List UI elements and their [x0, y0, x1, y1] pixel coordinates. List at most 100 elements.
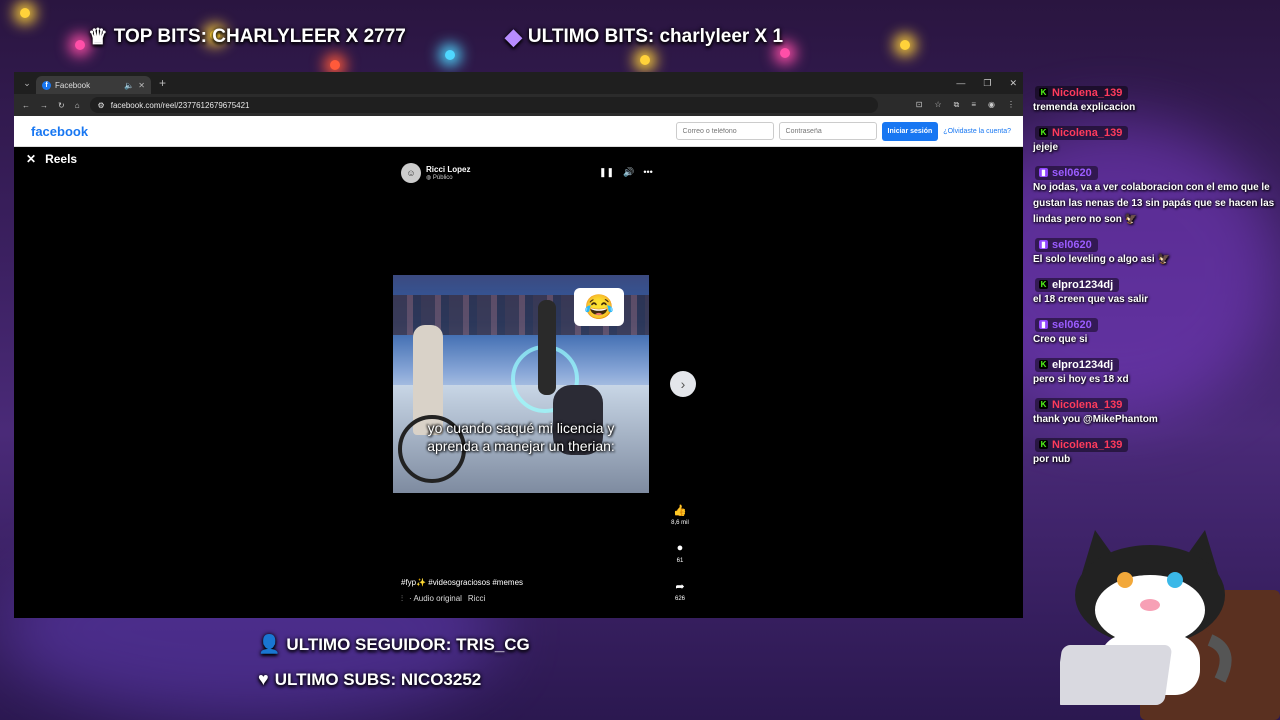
facebook-favicon-icon: f: [42, 80, 51, 90]
share-count: 626: [674, 596, 685, 602]
cat-mascot: [1060, 530, 1232, 705]
kick-badge-icon: K: [1039, 440, 1048, 449]
chat-message: ▮ sel0620 No jodas, va a ver colaboracion…: [1027, 162, 1280, 228]
reels-viewer: ✕ Reels ☺ Ricci Lopez ◍ Público ❚❚ 🔊 •••…: [14, 147, 1023, 618]
bookmark-star-icon[interactable]: ☆: [934, 100, 941, 110]
back-icon[interactable]: ←: [22, 101, 30, 110]
last-follower-label: 👤 ULTIMO SEGUIDOR: TRIS_CG: [258, 634, 530, 654]
like-count: 8,6 mil: [671, 520, 689, 526]
chat-message: K Nicolena_139 tremenda explicacion: [1027, 82, 1280, 116]
address-bar: ← → ↻ ⌂ ⚙ facebook.com/reel/237761267967…: [14, 94, 1023, 116]
chat-username: sel0620: [1052, 238, 1092, 251]
chat-username: sel0620: [1052, 166, 1092, 179]
email-field[interactable]: [675, 122, 774, 140]
laughing-emoji-icon: 😂: [574, 288, 624, 326]
reel-audio[interactable]: ⫶ · Audio original Ricci: [401, 594, 485, 604]
chat-username: elpro1234dj: [1052, 358, 1114, 371]
globe-icon: ◍: [426, 175, 432, 181]
close-icon[interactable]: ✕: [26, 152, 36, 166]
reload-icon[interactable]: ↻: [58, 101, 65, 110]
tab-bar: ⌄ f Facebook 🔈 ✕ + — ❐ ✕: [14, 72, 1023, 94]
chat-text: por nub: [1033, 454, 1071, 465]
url-field[interactable]: ⚙ facebook.com/reel/2377612679675421: [89, 97, 878, 113]
chat-message: Kelpro1234dj pero si hoy es 18 xd: [1027, 354, 1280, 388]
chat-username: elpro1234dj: [1052, 278, 1114, 291]
chat-message: K Nicolena_139 thank you @MikePhantom: [1027, 394, 1280, 428]
reels-title: Reels: [45, 152, 78, 166]
chat-text: thank you @MikePhantom: [1033, 414, 1158, 425]
chat-username: Nicolena_139: [1052, 126, 1123, 139]
site-info-icon[interactable]: ⚙: [98, 101, 105, 110]
last-subs-label: ♥ ULTIMO SUBS: NICO3252: [258, 669, 482, 689]
maximize-icon[interactable]: ❐: [983, 78, 991, 89]
avatar[interactable]: ☺: [401, 163, 421, 183]
kick-badge-icon: K: [1039, 400, 1048, 409]
reel-actions: 👍 8,6 mil ● 61 ➦ 626: [668, 502, 692, 616]
menu-icon[interactable]: ⋮: [1007, 100, 1015, 110]
last-bits-label: ◆ ULTIMO BITS: charlyleer X 1: [505, 24, 784, 49]
chat-username: Nicolena_139: [1052, 86, 1123, 99]
chat-overflow: [1035, 68, 1280, 82]
chat-text: El solo leveling o algo asi 🦅: [1033, 254, 1170, 265]
pause-icon[interactable]: ❚❚: [599, 167, 614, 178]
close-window-icon[interactable]: ✕: [1009, 78, 1017, 89]
chat-text: tremenda explicacion: [1033, 102, 1136, 113]
forward-icon[interactable]: →: [40, 101, 48, 110]
heart-icon: ♥: [258, 669, 269, 689]
chat-message: ▮ sel0620 Creo que si: [1027, 314, 1280, 348]
reel-author[interactable]: ☺ Ricci Lopez ◍ Público: [401, 163, 470, 183]
volume-icon[interactable]: 🔊: [623, 167, 634, 178]
reels-header: ✕ Reels: [26, 152, 77, 166]
reel-hashtags[interactable]: #fyp✨ #videosgraciosos #memes: [401, 578, 523, 587]
twitch-badge-icon: ▮: [1039, 168, 1048, 177]
like-icon[interactable]: 👍: [673, 502, 687, 518]
home-icon[interactable]: ⌂: [75, 101, 80, 110]
next-reel-button[interactable]: ›: [670, 371, 696, 397]
audio-author[interactable]: Ricci: [468, 594, 485, 604]
login-form: Iniciar sesión ¿Olvidaste la cuenta?: [675, 121, 1023, 141]
stream-chat: K Nicolena_139 tremenda explicacion K Nico…: [1027, 68, 1280, 498]
install-icon[interactable]: ⊡: [916, 100, 923, 110]
chat-text: el 18 creen que vas salir: [1033, 294, 1149, 305]
top-bits-label: ♛ TOP BITS: CHARLYLEER X 2777: [88, 24, 406, 49]
chat-message: K Nicolena_139 por nub: [1027, 434, 1280, 468]
twitch-badge-icon: ▮: [1039, 240, 1048, 249]
password-field[interactable]: [778, 122, 877, 140]
forgot-account-link[interactable]: ¿Olvidaste la cuenta?: [943, 128, 1011, 135]
tab-facebook[interactable]: f Facebook 🔈 ✕: [36, 76, 151, 94]
close-tab-icon[interactable]: ✕: [138, 81, 145, 90]
kick-badge-icon: K: [1039, 280, 1048, 289]
audio-wave-icon: ⫶: [401, 594, 403, 603]
profile-icon[interactable]: ◉: [988, 100, 995, 110]
audio-icon[interactable]: 🔈: [124, 81, 134, 90]
reel-video[interactable]: 😂 yo cuando saqué mi licencia y aprenda …: [393, 275, 649, 493]
minimize-icon[interactable]: —: [956, 78, 965, 89]
kick-badge-icon: K: [1039, 88, 1048, 97]
tab-search-icon[interactable]: ⌄: [18, 75, 36, 91]
chat-message: ▮ sel0620 El solo leveling o algo asi 🦅: [1027, 234, 1280, 268]
chat-message: Kelpro1234dj el 18 creen que vas salir: [1027, 274, 1280, 308]
toolbar-icons: ⊡ ☆ ⧉ ≡ ◉ ⋮: [916, 100, 1023, 110]
visibility-label: Público: [432, 175, 453, 181]
login-button[interactable]: Iniciar sesión: [881, 121, 939, 141]
extensions-icon[interactable]: ⧉: [954, 100, 960, 110]
chat-message: K Nicolena_139 jejeje: [1027, 122, 1280, 156]
facebook-logo[interactable]: facebook: [31, 124, 88, 139]
media-icon[interactable]: ≡: [971, 100, 976, 110]
video-controls: ❚❚ 🔊 •••: [599, 167, 653, 178]
new-tab-icon[interactable]: +: [159, 76, 166, 90]
user-icon: 👤: [258, 634, 281, 654]
facebook-header: facebook Iniciar sesión ¿Olvidaste la cu…: [14, 116, 1023, 147]
share-icon[interactable]: ➦: [675, 578, 684, 594]
comment-icon[interactable]: ●: [677, 540, 684, 556]
chevron-right-icon: ›: [680, 376, 686, 392]
more-options-icon[interactable]: •••: [643, 167, 652, 178]
chat-username: Nicolena_139: [1052, 398, 1123, 411]
window-controls: — ❐ ✕: [956, 78, 1023, 89]
twitch-badge-icon: ▮: [1039, 320, 1048, 329]
chat-text: pero si hoy es 18 xd: [1033, 374, 1129, 385]
author-name[interactable]: Ricci Lopez: [426, 165, 470, 174]
kick-badge-icon: K: [1039, 128, 1048, 137]
chat-text: jejeje: [1033, 142, 1059, 153]
diamond-icon: ◆: [505, 24, 522, 49]
